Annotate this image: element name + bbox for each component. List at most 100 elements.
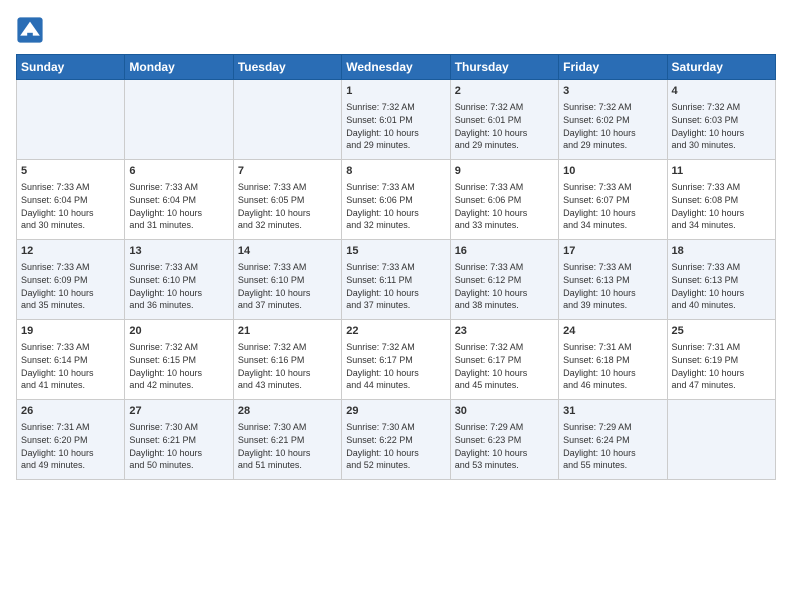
logo-icon <box>16 16 44 44</box>
day-number: 25 <box>672 324 771 339</box>
day-info: Sunrise: 7:32 AM Sunset: 6:01 PM Dayligh… <box>346 101 445 151</box>
day-info: Sunrise: 7:33 AM Sunset: 6:10 PM Dayligh… <box>129 261 228 311</box>
day-cell: 10 Sunrise: 7:33 AM Sunset: 6:07 PM Dayli… <box>559 160 667 240</box>
col-header-friday: Friday <box>559 55 667 80</box>
day-info: Sunrise: 7:33 AM Sunset: 6:05 PM Dayligh… <box>238 181 337 231</box>
day-cell: 24 Sunrise: 7:31 AM Sunset: 6:18 PM Dayli… <box>559 320 667 400</box>
week-row-4: 19 Sunrise: 7:33 AM Sunset: 6:14 PM Dayli… <box>17 320 776 400</box>
day-cell: 9 Sunrise: 7:33 AM Sunset: 6:06 PM Daylig… <box>450 160 558 240</box>
day-number: 24 <box>563 324 662 339</box>
day-info: Sunrise: 7:33 AM Sunset: 6:14 PM Dayligh… <box>21 341 120 391</box>
day-info: Sunrise: 7:33 AM Sunset: 6:13 PM Dayligh… <box>672 261 771 311</box>
day-cell: 17 Sunrise: 7:33 AM Sunset: 6:13 PM Dayli… <box>559 240 667 320</box>
day-cell: 22 Sunrise: 7:32 AM Sunset: 6:17 PM Dayli… <box>342 320 450 400</box>
day-number: 19 <box>21 324 120 339</box>
day-info: Sunrise: 7:33 AM Sunset: 6:09 PM Dayligh… <box>21 261 120 311</box>
day-cell: 15 Sunrise: 7:33 AM Sunset: 6:11 PM Dayli… <box>342 240 450 320</box>
calendar-table: SundayMondayTuesdayWednesdayThursdayFrid… <box>16 54 776 480</box>
day-info: Sunrise: 7:31 AM Sunset: 6:18 PM Dayligh… <box>563 341 662 391</box>
week-row-5: 26 Sunrise: 7:31 AM Sunset: 6:20 PM Dayli… <box>17 400 776 480</box>
day-number: 8 <box>346 164 445 179</box>
day-cell <box>233 80 341 160</box>
day-info: Sunrise: 7:33 AM Sunset: 6:10 PM Dayligh… <box>238 261 337 311</box>
day-info: Sunrise: 7:30 AM Sunset: 6:21 PM Dayligh… <box>238 421 337 471</box>
day-cell: 1 Sunrise: 7:32 AM Sunset: 6:01 PM Daylig… <box>342 80 450 160</box>
col-header-wednesday: Wednesday <box>342 55 450 80</box>
col-header-tuesday: Tuesday <box>233 55 341 80</box>
day-cell: 3 Sunrise: 7:32 AM Sunset: 6:02 PM Daylig… <box>559 80 667 160</box>
day-number: 15 <box>346 244 445 259</box>
day-cell: 19 Sunrise: 7:33 AM Sunset: 6:14 PM Dayli… <box>17 320 125 400</box>
day-cell: 29Sunrise: 7:30 AM Sunset: 6:22 PM Dayli… <box>342 400 450 480</box>
day-number: 21 <box>238 324 337 339</box>
day-number: 3 <box>563 84 662 99</box>
week-row-1: 1 Sunrise: 7:32 AM Sunset: 6:01 PM Daylig… <box>17 80 776 160</box>
day-info: Sunrise: 7:33 AM Sunset: 6:08 PM Dayligh… <box>672 181 771 231</box>
day-number: 26 <box>21 404 120 419</box>
day-cell: 2 Sunrise: 7:32 AM Sunset: 6:01 PM Daylig… <box>450 80 558 160</box>
day-cell: 20Sunrise: 7:32 AM Sunset: 6:15 PM Dayli… <box>125 320 233 400</box>
day-cell: 21 Sunrise: 7:32 AM Sunset: 6:16 PM Dayli… <box>233 320 341 400</box>
day-info: Sunrise: 7:33 AM Sunset: 6:12 PM Dayligh… <box>455 261 554 311</box>
day-cell: 14 Sunrise: 7:33 AM Sunset: 6:10 PM Dayli… <box>233 240 341 320</box>
day-number: 9 <box>455 164 554 179</box>
day-cell: 23Sunrise: 7:32 AM Sunset: 6:17 PM Dayli… <box>450 320 558 400</box>
day-number: 28 <box>238 404 337 419</box>
day-number: 6 <box>129 164 228 179</box>
day-cell: 4 Sunrise: 7:32 AM Sunset: 6:03 PM Daylig… <box>667 80 775 160</box>
day-info: Sunrise: 7:33 AM Sunset: 6:13 PM Dayligh… <box>563 261 662 311</box>
day-number: 12 <box>21 244 120 259</box>
day-cell: 28 Sunrise: 7:30 AM Sunset: 6:21 PM Dayli… <box>233 400 341 480</box>
day-info: Sunrise: 7:29 AM Sunset: 6:23 PM Dayligh… <box>455 421 554 471</box>
logo <box>16 16 46 44</box>
day-info: Sunrise: 7:32 AM Sunset: 6:02 PM Dayligh… <box>563 101 662 151</box>
day-number: 5 <box>21 164 120 179</box>
day-info: Sunrise: 7:32 AM Sunset: 6:16 PM Dayligh… <box>238 341 337 391</box>
day-info: Sunrise: 7:32 AM Sunset: 6:01 PM Dayligh… <box>455 101 554 151</box>
day-number: 2 <box>455 84 554 99</box>
week-row-2: 5Sunrise: 7:33 AM Sunset: 6:04 PM Daylig… <box>17 160 776 240</box>
day-number: 16 <box>455 244 554 259</box>
day-cell: 27 Sunrise: 7:30 AM Sunset: 6:21 PM Dayli… <box>125 400 233 480</box>
day-number: 18 <box>672 244 771 259</box>
day-number: 14 <box>238 244 337 259</box>
day-cell <box>125 80 233 160</box>
day-number: 10 <box>563 164 662 179</box>
col-header-thursday: Thursday <box>450 55 558 80</box>
week-row-3: 12 Sunrise: 7:33 AM Sunset: 6:09 PM Dayli… <box>17 240 776 320</box>
day-cell: 6Sunrise: 7:33 AM Sunset: 6:04 PM Daylig… <box>125 160 233 240</box>
day-info: Sunrise: 7:33 AM Sunset: 6:07 PM Dayligh… <box>563 181 662 231</box>
day-number: 30 <box>455 404 554 419</box>
day-number: 13 <box>129 244 228 259</box>
day-number: 17 <box>563 244 662 259</box>
col-header-sunday: Sunday <box>17 55 125 80</box>
day-number: 7 <box>238 164 337 179</box>
day-info: Sunrise: 7:33 AM Sunset: 6:06 PM Dayligh… <box>346 181 445 231</box>
day-cell: 25Sunrise: 7:31 AM Sunset: 6:19 PM Dayli… <box>667 320 775 400</box>
col-header-saturday: Saturday <box>667 55 775 80</box>
day-cell: 7 Sunrise: 7:33 AM Sunset: 6:05 PM Daylig… <box>233 160 341 240</box>
day-info: Sunrise: 7:32 AM Sunset: 6:15 PM Dayligh… <box>129 341 228 391</box>
day-number: 29 <box>346 404 445 419</box>
day-info: Sunrise: 7:32 AM Sunset: 6:03 PM Dayligh… <box>672 101 771 151</box>
day-number: 1 <box>346 84 445 99</box>
day-cell <box>17 80 125 160</box>
day-info: Sunrise: 7:30 AM Sunset: 6:21 PM Dayligh… <box>129 421 228 471</box>
day-cell: 8 Sunrise: 7:33 AM Sunset: 6:06 PM Daylig… <box>342 160 450 240</box>
day-cell: 30 Sunrise: 7:29 AM Sunset: 6:23 PM Dayli… <box>450 400 558 480</box>
day-info: Sunrise: 7:33 AM Sunset: 6:06 PM Dayligh… <box>455 181 554 231</box>
day-cell: 18 Sunrise: 7:33 AM Sunset: 6:13 PM Dayli… <box>667 240 775 320</box>
day-number: 22 <box>346 324 445 339</box>
day-cell: 12 Sunrise: 7:33 AM Sunset: 6:09 PM Dayli… <box>17 240 125 320</box>
day-info: Sunrise: 7:33 AM Sunset: 6:11 PM Dayligh… <box>346 261 445 311</box>
day-cell: 11 Sunrise: 7:33 AM Sunset: 6:08 PM Dayli… <box>667 160 775 240</box>
col-header-monday: Monday <box>125 55 233 80</box>
day-cell: 5Sunrise: 7:33 AM Sunset: 6:04 PM Daylig… <box>17 160 125 240</box>
day-info: Sunrise: 7:32 AM Sunset: 6:17 PM Dayligh… <box>346 341 445 391</box>
day-cell: 26 Sunrise: 7:31 AM Sunset: 6:20 PM Dayli… <box>17 400 125 480</box>
page-header <box>16 16 776 44</box>
day-number: 11 <box>672 164 771 179</box>
day-info: Sunrise: 7:31 AM Sunset: 6:20 PM Dayligh… <box>21 421 120 471</box>
day-number: 4 <box>672 84 771 99</box>
day-number: 27 <box>129 404 228 419</box>
